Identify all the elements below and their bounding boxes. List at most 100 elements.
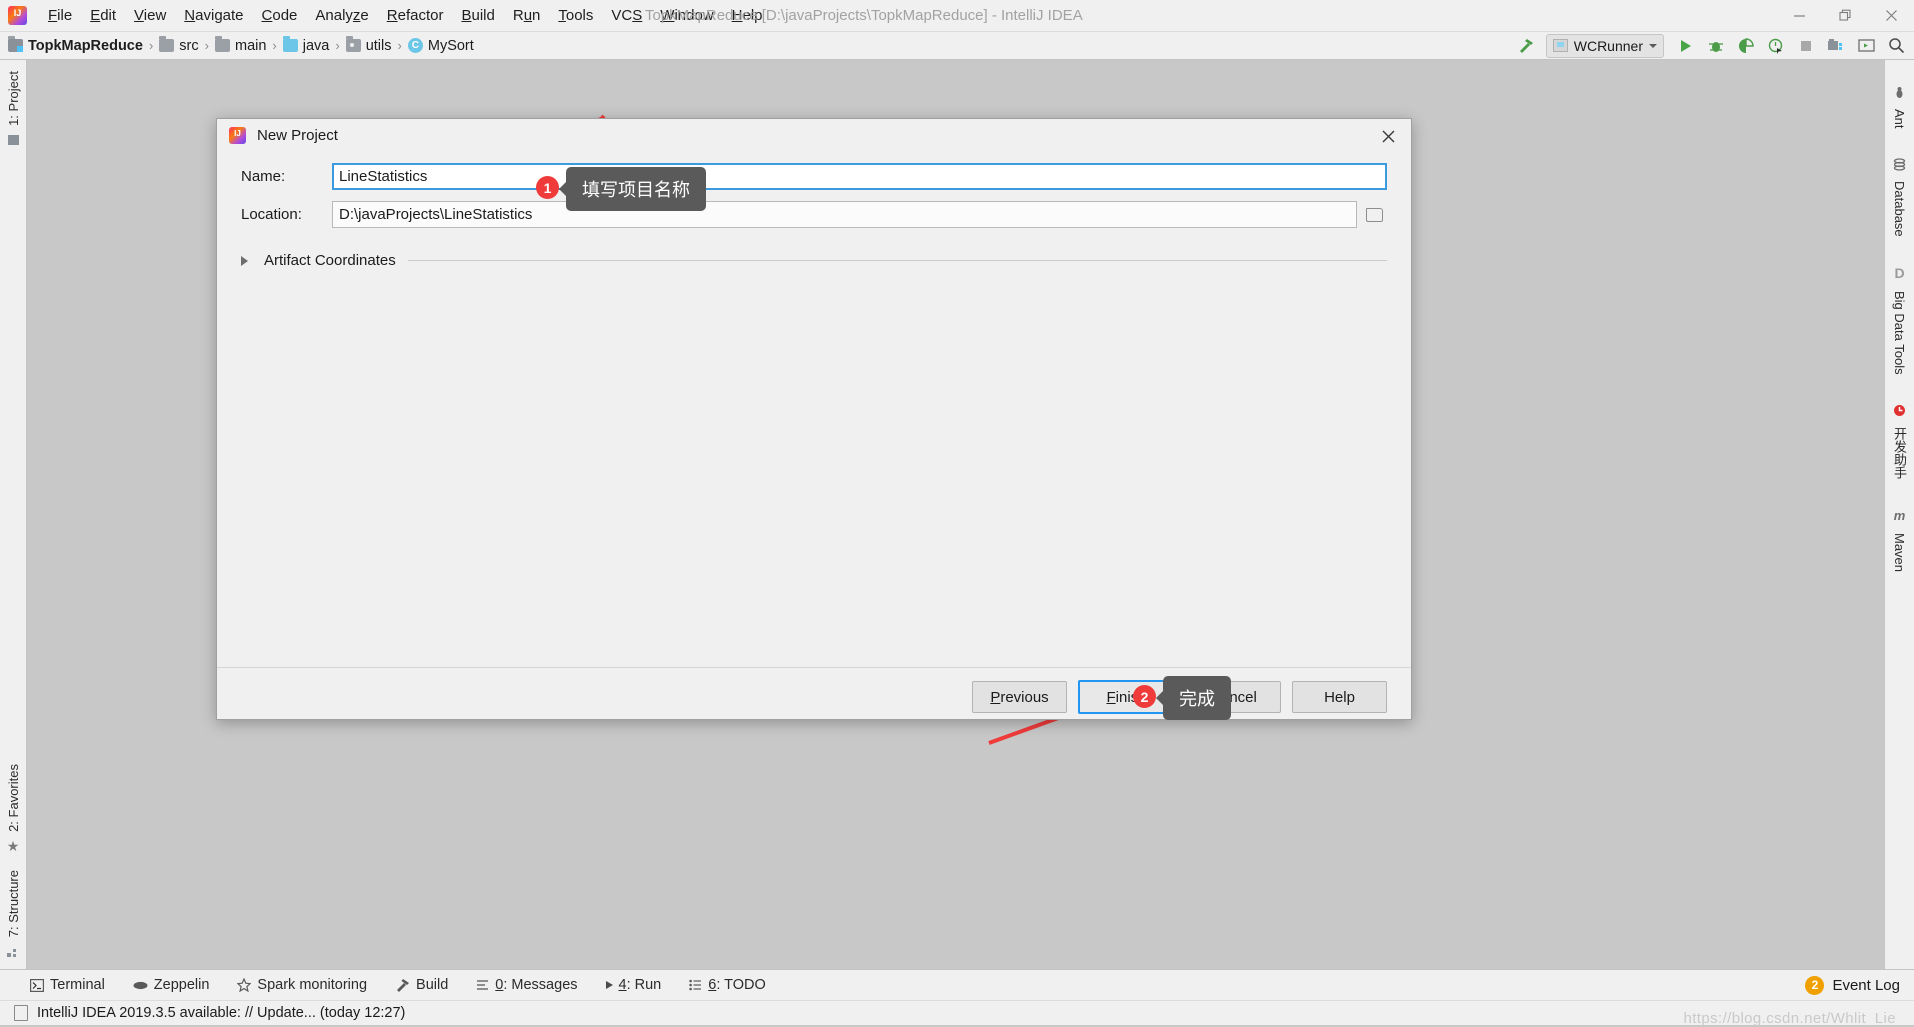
- project-location-input[interactable]: D:\javaProjects\LineStatistics: [332, 201, 1357, 228]
- navbar-toolbar: WCRunner: [1512, 32, 1910, 59]
- minimize-icon[interactable]: [1776, 0, 1822, 31]
- run-icon[interactable]: [1672, 34, 1700, 58]
- menu-item-refactor[interactable]: Refactor: [378, 5, 453, 26]
- previous-button[interactable]: Previous: [972, 681, 1067, 713]
- menu-item-code[interactable]: Code: [253, 5, 307, 26]
- sidebar-item-label: Ant: [1892, 109, 1907, 129]
- breadcrumb-item-project[interactable]: TopkMapReduce: [8, 36, 143, 54]
- artifact-coordinates-section[interactable]: Artifact Coordinates: [241, 252, 1387, 269]
- name-row: Name: LineStatistics: [241, 163, 1387, 190]
- folder-icon: [159, 36, 175, 52]
- toolwindow-messages[interactable]: 0: Messages: [472, 974, 581, 996]
- toolwindow-label: Build: [416, 977, 449, 993]
- source-folder-icon: [282, 36, 298, 52]
- search-everywhere-icon[interactable]: [1882, 34, 1910, 58]
- window-title: TopkMapReduce [D:\javaProjects\TopkMapRe…: [645, 7, 1083, 24]
- sidebar-item-favorites[interactable]: 2: Favorites: [5, 759, 22, 837]
- run-icon: [605, 981, 613, 989]
- menu-item-analyze[interactable]: Analyze: [306, 5, 377, 26]
- sidebar-item-ant[interactable]: Ant: [1891, 104, 1908, 134]
- breadcrumb-item-mysort[interactable]: C MySort: [407, 38, 474, 54]
- section-divider: [407, 260, 1387, 261]
- toolwindow-build[interactable]: Build: [391, 974, 452, 996]
- project-structure-icon[interactable]: [1822, 34, 1850, 58]
- breadcrumb-separator: ›: [272, 38, 277, 53]
- debug-icon[interactable]: [1702, 34, 1730, 58]
- watermark: https://blog.csdn.net/Whlit_Lie: [1683, 1010, 1896, 1027]
- toolwindow-run[interactable]: 4: Run: [602, 974, 666, 996]
- breadcrumb-separator: ›: [335, 38, 340, 53]
- breadcrumb-item-java[interactable]: java: [282, 36, 329, 54]
- build-hammer-icon: [397, 979, 410, 992]
- annotation-badge-1: 1: [536, 176, 559, 199]
- run-configuration-selector[interactable]: WCRunner: [1545, 33, 1664, 58]
- event-log-label: Event Log: [1832, 976, 1900, 994]
- toolwindow-zeppelin[interactable]: Zeppelin: [129, 974, 214, 996]
- folder-browse-icon[interactable]: [1361, 202, 1387, 227]
- breadcrumb-item-src[interactable]: src: [159, 36, 199, 54]
- sidebar-item-database[interactable]: Database: [1891, 176, 1908, 242]
- toolwindow-label: 4: Run: [618, 977, 662, 993]
- build-hammer-icon[interactable]: [1512, 34, 1540, 58]
- toolwindow-spark-monitoring[interactable]: Spark monitoring: [233, 974, 371, 996]
- menu-bar: File Edit View Navigate Code Analyze Ref…: [0, 0, 1914, 32]
- toolwindow-terminal[interactable]: Terminal: [26, 974, 109, 996]
- project-folder-icon: [8, 36, 23, 52]
- event-log-area[interactable]: 2 Event Log: [1805, 975, 1900, 995]
- terminal-icon[interactable]: [1852, 34, 1880, 58]
- breadcrumb-label: utils: [365, 37, 392, 54]
- sidebar-item-maven[interactable]: Maven: [1891, 528, 1908, 577]
- sidebar-item-big-data-tools[interactable]: Big Data Tools: [1891, 286, 1908, 380]
- stop-icon[interactable]: [1792, 34, 1820, 58]
- sidebar-item-label: Big Data Tools: [1892, 291, 1907, 375]
- breadcrumb-label: src: [179, 37, 199, 54]
- dialog-title-bar: New Project: [217, 119, 1411, 152]
- todo-icon: [689, 979, 702, 991]
- big-data-tools-icon: D: [1894, 265, 1905, 282]
- chevron-right-icon: [241, 255, 255, 266]
- menu-item-vcs[interactable]: VCS: [602, 5, 651, 26]
- close-icon[interactable]: [1868, 0, 1914, 31]
- location-label: Location:: [241, 206, 302, 223]
- menu-item-file[interactable]: File: [39, 5, 81, 26]
- menu-item-build[interactable]: Build: [452, 5, 503, 26]
- run-config-icon: [1552, 39, 1568, 52]
- right-tool-window-bar: Ant Database D Big Data Tools 开发助手 m Mav…: [1884, 60, 1914, 969]
- sidebar-item-label: Maven: [1892, 532, 1907, 572]
- structure-icon: [7, 946, 19, 963]
- spark-star-icon: [237, 978, 252, 992]
- sidebar-item-label: 7: Structure: [5, 869, 21, 937]
- close-icon[interactable]: [1377, 125, 1399, 147]
- sidebar-item-project[interactable]: 1: Project: [5, 66, 22, 131]
- menu-item-navigate[interactable]: Navigate: [175, 5, 252, 26]
- intellij-logo-icon: [8, 6, 27, 25]
- breadcrumb-item-utils[interactable]: utils: [345, 36, 392, 54]
- status-bar: IntelliJ IDEA 2019.3.5 available: // Upd…: [0, 1000, 1914, 1027]
- location-row: Location: D:\javaProjects\LineStatistics: [241, 201, 1387, 228]
- menu-item-tools[interactable]: Tools: [549, 5, 602, 26]
- breadcrumb-label: main: [234, 37, 267, 54]
- navigation-bar: TopkMapReduce › src › main › java › util…: [0, 32, 1914, 60]
- artifact-coordinates-label: Artifact Coordinates: [264, 252, 396, 269]
- toolwindow-todo[interactable]: 6: TODO: [685, 974, 770, 996]
- breadcrumb-item-main[interactable]: main: [214, 36, 267, 54]
- toolwindow-label: 6: TODO: [708, 977, 766, 993]
- ant-icon: [1896, 87, 1903, 98]
- menu-item-view[interactable]: View: [125, 5, 175, 26]
- help-button[interactable]: Help: [1292, 681, 1387, 713]
- run-with-coverage-icon[interactable]: [1732, 34, 1760, 58]
- new-project-dialog: New Project Name: LineStatistics: [216, 118, 1412, 720]
- annotation-tooltip-2: 完成: [1156, 676, 1231, 720]
- restore-icon[interactable]: [1822, 0, 1868, 31]
- profiler-icon[interactable]: [1762, 34, 1790, 58]
- sidebar-item-structure[interactable]: 7: Structure: [5, 865, 22, 942]
- project-name-input[interactable]: LineStatistics: [332, 163, 1387, 190]
- dialog-divider: [217, 667, 1411, 668]
- sidebar-item-dev-assistant[interactable]: 开发助手: [1889, 422, 1910, 484]
- menu-item-run[interactable]: Run: [504, 5, 550, 26]
- sidebar-item-label: 1: Project: [5, 71, 21, 126]
- menu-item-edit[interactable]: Edit: [81, 5, 125, 26]
- sidebar-item-label: 2: Favorites: [5, 763, 21, 832]
- main-body: 1: Project 2: Favorites ★ 7: Structure I…: [0, 60, 1914, 969]
- terminal-icon: [30, 978, 44, 992]
